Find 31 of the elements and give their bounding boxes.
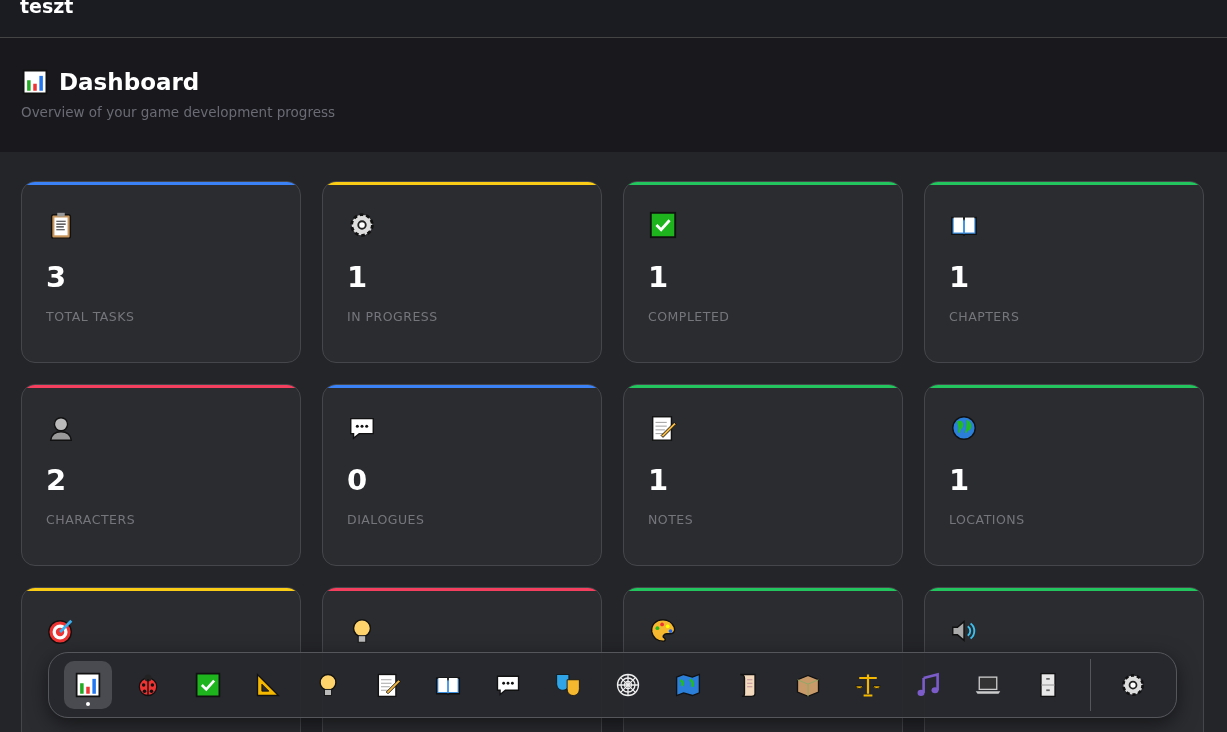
map-icon xyxy=(674,671,702,699)
stat-label: LOCATIONS xyxy=(949,511,1026,527)
stat-value: 1 xyxy=(648,463,670,498)
stat-label: COMPLETED xyxy=(648,308,731,324)
stat-value: 2 xyxy=(46,463,68,498)
stat-value: 1 xyxy=(949,463,971,498)
chart-icon xyxy=(21,68,49,96)
chart-icon xyxy=(74,671,102,699)
settings-icon xyxy=(1119,671,1147,699)
dock-item[interactable] xyxy=(64,661,112,709)
stat-label: NOTES xyxy=(648,511,695,527)
check-icon xyxy=(648,210,678,240)
stat-value: 3 xyxy=(46,260,68,295)
stat-value: 0 xyxy=(347,463,369,498)
gear-icon xyxy=(347,210,377,240)
stat-value: 1 xyxy=(949,260,971,295)
page-title: Dashboard xyxy=(59,69,200,95)
check-icon xyxy=(194,671,222,699)
stat-label: CHARACTERS xyxy=(46,511,137,527)
app-title: teszt xyxy=(20,0,74,16)
stat-value: 1 xyxy=(648,260,670,295)
stat-label: IN PROGRESS xyxy=(347,308,439,324)
stat-label: CHAPTERS xyxy=(949,308,1021,324)
stat-value: 1 xyxy=(347,260,369,295)
stat-label: DIALOGUES xyxy=(347,511,426,527)
web-icon xyxy=(614,671,642,699)
ruler-icon xyxy=(254,671,282,699)
globe-icon xyxy=(949,413,979,443)
stat-label: TOTAL TASKS xyxy=(46,308,136,324)
active-dot xyxy=(86,702,90,706)
page-subtitle: Overview of your game development progress xyxy=(21,104,336,120)
